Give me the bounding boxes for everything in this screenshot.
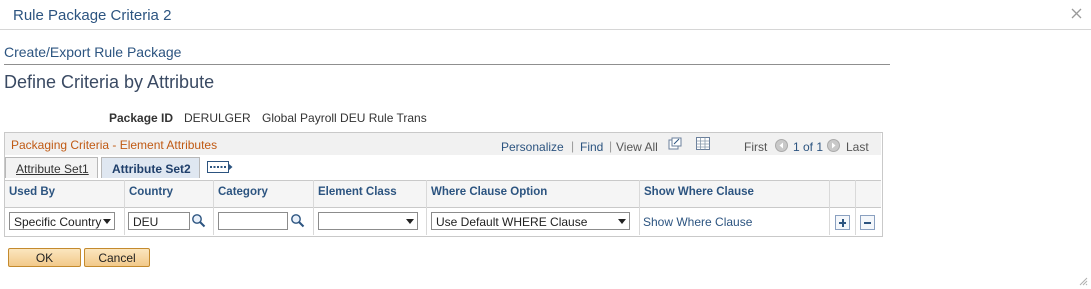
tab-label: Attribute Set1 bbox=[16, 162, 89, 176]
download-grid-icon[interactable] bbox=[696, 137, 710, 150]
separator: | bbox=[571, 139, 575, 153]
search-icon[interactable] bbox=[191, 213, 206, 228]
column-divider bbox=[213, 180, 214, 235]
chevron-down-icon bbox=[406, 219, 414, 224]
package-description: Global Payroll DEU Rule Trans bbox=[262, 111, 427, 125]
delete-row-icon[interactable] bbox=[860, 215, 875, 230]
resize-grip-icon[interactable] bbox=[1078, 276, 1088, 286]
column-divider bbox=[313, 180, 314, 235]
column-divider bbox=[855, 180, 856, 235]
row-range: 1 of 1 bbox=[793, 140, 824, 154]
ok-button[interactable]: OK bbox=[8, 248, 81, 267]
tab-attribute-set2[interactable]: Attribute Set2 bbox=[101, 157, 200, 178]
column-show-where-clause: Show Where Clause bbox=[644, 186, 754, 198]
package-id-value: DERULGER bbox=[184, 111, 251, 125]
show-where-clause-link[interactable]: Show Where Clause bbox=[643, 215, 752, 229]
column-used-by: Used By bbox=[9, 186, 56, 198]
column-divider bbox=[829, 180, 830, 235]
where-clause-option-value: Use Default WHERE Clause bbox=[436, 215, 588, 229]
next-icon[interactable] bbox=[827, 139, 840, 152]
category-input[interactable] bbox=[218, 212, 288, 230]
column-divider bbox=[639, 180, 640, 235]
cancel-button[interactable]: Cancel bbox=[84, 248, 150, 267]
used-by-value: Specific Country bbox=[14, 215, 102, 229]
country-input[interactable]: DEU bbox=[128, 212, 190, 230]
first-label[interactable]: First bbox=[744, 140, 767, 154]
used-by-select[interactable]: Specific Country bbox=[9, 212, 115, 230]
separator: | bbox=[609, 139, 613, 153]
last-label[interactable]: Last bbox=[846, 140, 869, 154]
column-where-clause-option: Where Clause Option bbox=[431, 186, 548, 198]
show-all-columns-icon[interactable] bbox=[207, 161, 233, 173]
where-clause-option-select[interactable]: Use Default WHERE Clause bbox=[431, 212, 630, 230]
tab-label: Attribute Set2 bbox=[112, 162, 191, 176]
window-title: Rule Package Criteria 2 bbox=[13, 7, 172, 24]
column-divider bbox=[124, 180, 125, 235]
chevron-down-icon bbox=[618, 219, 626, 224]
column-divider bbox=[426, 180, 427, 235]
personalize-link[interactable]: Personalize bbox=[501, 140, 564, 154]
chevron-down-icon bbox=[103, 219, 111, 224]
divider bbox=[4, 64, 890, 65]
column-category: Category bbox=[218, 186, 268, 198]
close-icon[interactable] bbox=[1071, 8, 1082, 19]
view-all-link[interactable]: View All bbox=[616, 140, 658, 154]
tab-attribute-set1[interactable]: Attribute Set1 bbox=[5, 157, 98, 178]
grid-title: Packaging Criteria - Element Attributes bbox=[11, 138, 218, 152]
new-window-icon[interactable] bbox=[668, 137, 682, 150]
element-class-select[interactable] bbox=[318, 212, 418, 230]
column-element-class: Element Class bbox=[318, 186, 397, 198]
breadcrumb: Create/Export Rule Package bbox=[4, 44, 182, 60]
column-country: Country bbox=[129, 186, 174, 198]
previous-icon[interactable] bbox=[775, 139, 788, 152]
add-row-icon[interactable] bbox=[835, 215, 850, 230]
page-title: Define Criteria by Attribute bbox=[4, 72, 215, 92]
find-link[interactable]: Find bbox=[580, 140, 603, 154]
search-icon[interactable] bbox=[290, 213, 305, 228]
package-id-label: Package ID bbox=[109, 111, 174, 125]
